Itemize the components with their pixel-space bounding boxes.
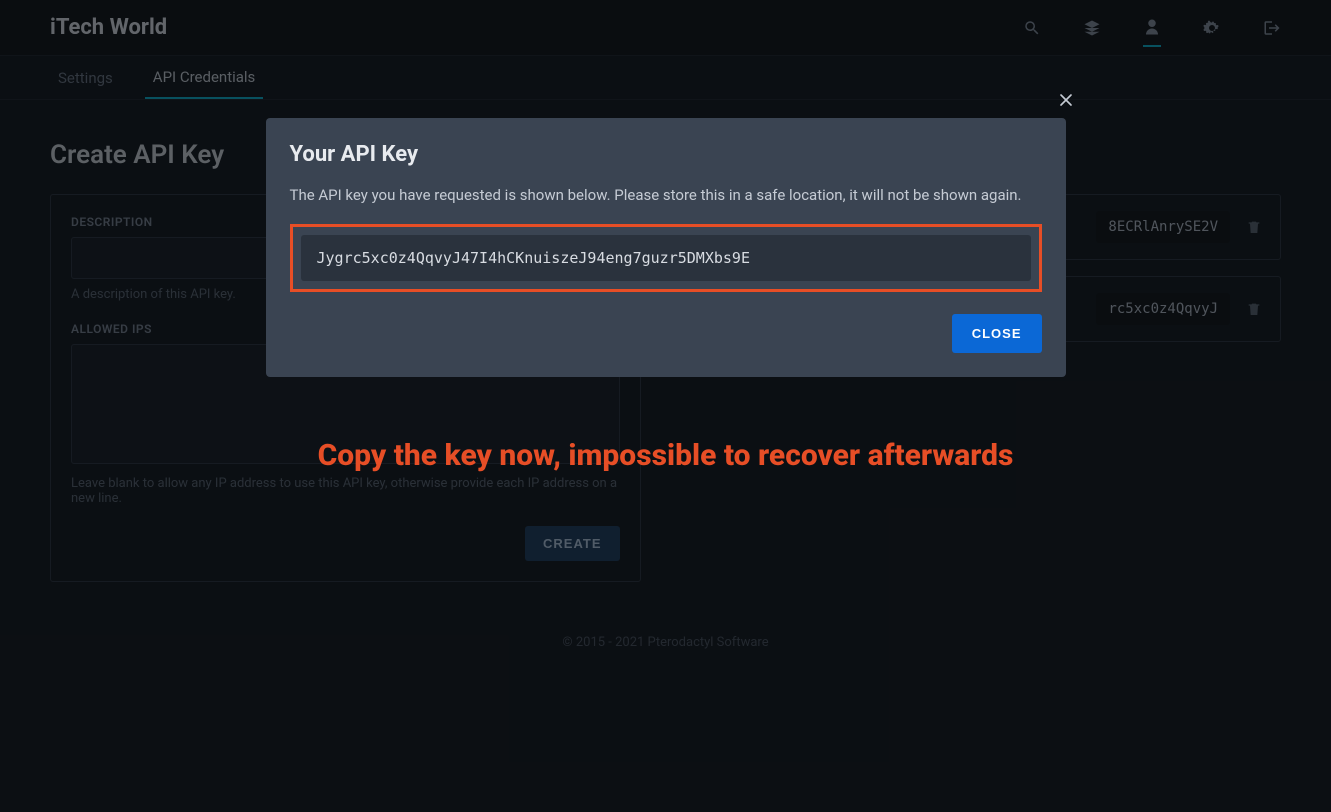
modal-title: Your API Key: [290, 142, 1042, 167]
modal-text: The API key you have requested is shown …: [290, 185, 1042, 206]
close-button[interactable]: CLOSE: [952, 314, 1042, 353]
api-key-value[interactable]: Jygrc5xc0z4QqvyJ47I4hCKnuiszeJ94eng7guzr…: [301, 235, 1031, 281]
modal-footer: CLOSE: [290, 314, 1042, 353]
annotation-text: Copy the key now, impossible to recover …: [0, 438, 1331, 473]
close-icon[interactable]: [1056, 90, 1076, 110]
modal: Your API Key The API key you have reques…: [266, 118, 1066, 377]
key-highlight-box: Jygrc5xc0z4QqvyJ47I4hCKnuiszeJ94eng7guzr…: [290, 224, 1042, 292]
modal-overlay: Your API Key The API key you have reques…: [0, 0, 1331, 812]
